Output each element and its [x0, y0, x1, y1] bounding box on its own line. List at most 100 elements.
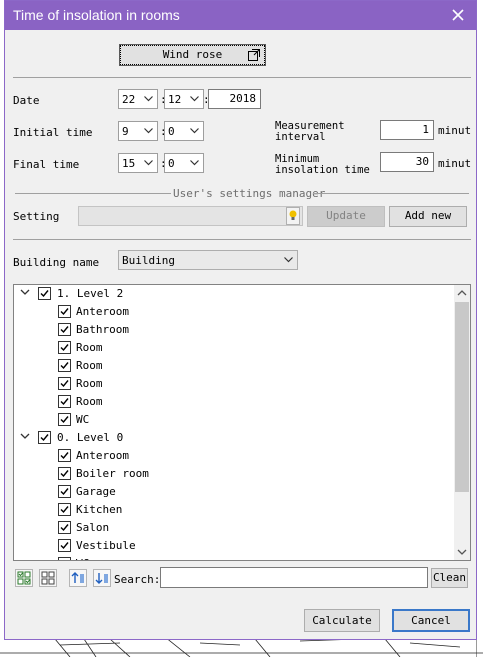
tree-item-row[interactable]: Salon: [14, 519, 454, 537]
minimum-insolation-unit: minut: [438, 157, 472, 170]
initial-hour-select[interactable]: 9: [118, 121, 158, 141]
item-checkbox[interactable]: [58, 503, 71, 516]
scroll-thumb[interactable]: [455, 302, 469, 492]
check-all-icon[interactable]: [15, 569, 33, 587]
final-hour-value: 15: [122, 157, 136, 170]
tree-item-row[interactable]: Room: [14, 339, 454, 357]
item-label: Kitchen: [76, 503, 123, 516]
expand-chevron-icon[interactable]: [20, 433, 30, 440]
expand-chevron-icon[interactable]: [20, 289, 30, 296]
group-checkbox[interactable]: [38, 287, 51, 300]
separator-middle: [13, 239, 471, 240]
item-label: Room: [76, 341, 103, 354]
item-checkbox[interactable]: [58, 557, 71, 561]
initial-time-label: Initial time: [13, 126, 93, 139]
tree-item-row[interactable]: Boiler room: [14, 465, 454, 483]
measurement-interval-input[interactable]: 1: [380, 120, 434, 140]
group-label: 0. Level 0: [57, 431, 124, 444]
item-checkbox[interactable]: [58, 377, 71, 390]
item-label: Salon: [76, 521, 110, 534]
checkmark-icon: [60, 308, 69, 316]
item-checkbox[interactable]: [58, 323, 71, 336]
search-input[interactable]: [160, 567, 428, 588]
checkmark-icon: [59, 558, 70, 561]
tree-item-row[interactable]: WC: [14, 411, 454, 429]
scroll-up-icon[interactable]: [454, 285, 470, 301]
chevron-down-icon: [144, 128, 153, 134]
cancel-button[interactable]: Cancel: [392, 609, 470, 632]
building-name-label: Building name: [13, 256, 100, 269]
settings-separator-left: [15, 193, 171, 194]
tree-item-row[interactable]: Bathroom: [14, 321, 454, 339]
scroll-down-icon[interactable]: [454, 544, 470, 560]
setting-select[interactable]: [78, 206, 303, 226]
tree-item-row[interactable]: Anteroom: [14, 303, 454, 321]
building-value: Building: [122, 254, 175, 267]
item-label: Room: [76, 395, 103, 408]
item-checkbox[interactable]: [58, 395, 71, 408]
initial-minute-select[interactable]: 0: [164, 121, 204, 141]
checkmark-icon: [60, 470, 69, 478]
sort-descending-icon[interactable]: [93, 569, 111, 587]
minimum-insolation-label-2: insolation time: [275, 164, 370, 176]
clean-label: Clean: [432, 571, 467, 584]
wind-rose-button[interactable]: Wind rose: [119, 44, 266, 66]
item-checkbox[interactable]: [58, 305, 71, 318]
item-label: Boiler room: [76, 467, 149, 480]
item-checkbox[interactable]: [58, 359, 71, 372]
group-checkbox[interactable]: [38, 431, 51, 444]
group-label: 1. Level 2: [57, 287, 124, 300]
sort-ascending-icon[interactable]: [69, 569, 87, 587]
tree-item-row[interactable]: Vestibule: [14, 537, 454, 555]
initial-minute-value: 0: [168, 125, 175, 138]
item-checkbox[interactable]: [58, 413, 71, 426]
date-day-select[interactable]: 22: [118, 89, 158, 109]
calculate-button[interactable]: Calculate: [304, 609, 380, 632]
update-button[interactable]: Update: [307, 206, 385, 227]
tree-group-row[interactable]: 1. Level 2: [14, 285, 454, 303]
close-icon[interactable]: [448, 5, 468, 25]
add-new-button[interactable]: Add new: [389, 206, 467, 227]
dialog-title: Time of insolation in rooms: [13, 7, 180, 23]
tree-item-row[interactable]: Anteroom: [14, 447, 454, 465]
bulb-icon: [286, 207, 300, 225]
checkmark-icon: [60, 416, 69, 424]
date-month-select[interactable]: 12: [164, 89, 204, 109]
date-month-value: 12: [168, 93, 182, 106]
tree-group-row[interactable]: 0. Level 0: [14, 429, 454, 447]
item-checkbox[interactable]: [58, 341, 71, 354]
tree-item-row[interactable]: Kitchen: [14, 501, 454, 519]
chevron-down-icon: [190, 128, 199, 134]
popout-icon: [248, 49, 260, 61]
date-year-input[interactable]: 2018: [208, 89, 261, 109]
item-label: Garage: [76, 485, 116, 498]
chevron-down-icon: [190, 160, 199, 166]
tree-item-row[interactable]: Room: [14, 393, 454, 411]
item-label: Room: [76, 377, 103, 390]
checkmark-icon: [60, 524, 69, 532]
item-checkbox[interactable]: [58, 521, 71, 534]
clean-button[interactable]: Clean: [431, 568, 468, 588]
initial-hour-value: 9: [122, 125, 129, 138]
final-minute-select[interactable]: 0: [164, 153, 204, 173]
tree-scrollbar[interactable]: [454, 285, 470, 560]
building-select[interactable]: Building: [118, 250, 298, 270]
rooms-tree[interactable]: 1. Level 2 Anteroom Bathroom Room Room Room Ro…: [13, 284, 471, 561]
item-checkbox[interactable]: [58, 449, 71, 462]
item-checkbox[interactable]: [58, 539, 71, 552]
tree-item-row[interactable]: WC: [14, 555, 454, 561]
final-hour-select[interactable]: 15: [118, 153, 158, 173]
minimum-insolation-input[interactable]: 30: [380, 152, 434, 172]
checkmark-icon: [60, 452, 69, 460]
uncheck-all-icon[interactable]: [39, 569, 57, 587]
settings-manager-title: User's settings manager: [173, 187, 326, 200]
item-checkbox[interactable]: [58, 485, 71, 498]
calculate-label: Calculate: [312, 614, 372, 627]
tree-item-row[interactable]: Garage: [14, 483, 454, 501]
tree-item-row[interactable]: Room: [14, 375, 454, 393]
item-checkbox[interactable]: [58, 467, 71, 480]
item-label: Anteroom: [76, 449, 129, 462]
tree-item-row[interactable]: Room: [14, 357, 454, 375]
setting-label: Setting: [13, 210, 60, 223]
chevron-down-icon: [144, 96, 153, 102]
